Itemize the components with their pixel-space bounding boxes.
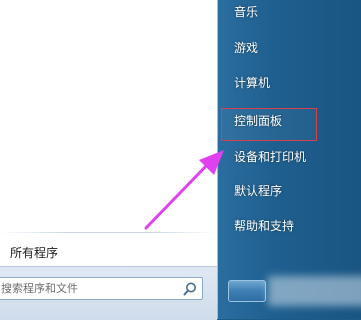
- menu-item-computer[interactable]: 计算机: [234, 72, 270, 94]
- menu-item-default-programs[interactable]: 默认程序: [234, 180, 282, 202]
- magnifier-icon[interactable]: [181, 280, 199, 298]
- all-programs-link[interactable]: 所有程序: [10, 244, 58, 262]
- shutdown-area: [228, 276, 361, 306]
- shutdown-button[interactable]: [228, 280, 266, 302]
- places-pane: 音乐 游戏 计算机 控制面板 设备和打印机 默认程序 帮助和支持: [217, 0, 361, 319]
- divider: [0, 232, 217, 233]
- menu-item-help-support[interactable]: 帮助和支持: [234, 215, 294, 237]
- menu-item-games[interactable]: 游戏: [234, 37, 258, 59]
- control-panel-highlight: [221, 108, 317, 141]
- search-input[interactable]: [1, 280, 177, 297]
- menu-item-music[interactable]: 音乐: [234, 1, 258, 23]
- blurred-region: [268, 276, 361, 306]
- search-box[interactable]: [0, 277, 203, 300]
- menu-item-devices-printers[interactable]: 设备和打印机: [234, 146, 306, 168]
